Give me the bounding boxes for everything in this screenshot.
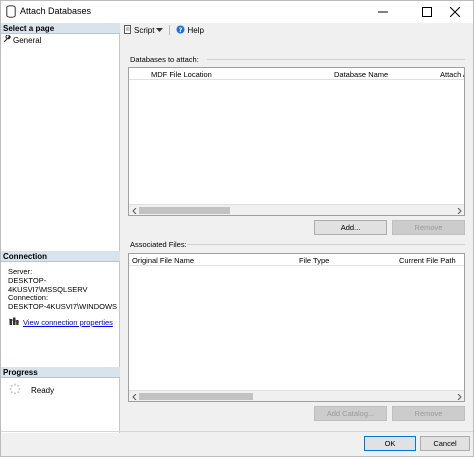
ok-button[interactable]: OK: [364, 436, 416, 451]
title-bar: Attach Databases: [1, 1, 473, 23]
connection-header: Connection: [1, 251, 120, 262]
scroll-right-icon[interactable]: [455, 393, 463, 400]
column-file-type[interactable]: File Type: [299, 256, 329, 265]
files-horizontal-scrollbar[interactable]: [129, 390, 464, 401]
add-catalog-button[interactable]: Add Catalog...: [314, 406, 387, 421]
toolbar: Script ? Help: [122, 23, 473, 37]
add-database-button[interactable]: Add...: [314, 220, 387, 235]
toolbar-separator: [169, 25, 171, 35]
database-icon: [6, 5, 16, 18]
close-button[interactable]: [433, 1, 474, 23]
databases-grid[interactable]: MDF File Location Database Name Attach A: [128, 67, 465, 216]
remove-database-button[interactable]: Remove: [392, 220, 465, 235]
server-label: Server:: [8, 267, 33, 276]
footer-separator: [1, 431, 473, 432]
view-connection-properties-link[interactable]: View connection properties: [8, 317, 113, 328]
column-mdf-file-location[interactable]: MDF File Location: [151, 70, 212, 79]
files-scroll-thumb[interactable]: [139, 393, 253, 400]
svg-text:?: ?: [179, 26, 183, 34]
column-database-name[interactable]: Database Name: [334, 70, 388, 79]
progress-header: Progress: [1, 367, 120, 378]
connection-value: DESKTOP-4KUSVI7\WINDOWS: [8, 302, 118, 311]
databases-grid-header: MDF File Location Database Name Attach A: [129, 68, 464, 80]
attach-databases-window: Attach Databases Select a page General C…: [0, 0, 474, 457]
associated-files-label: Associated Files:: [130, 240, 187, 249]
associated-files-grid[interactable]: Original File Name File Type Current Fil…: [128, 253, 465, 402]
scroll-left-icon[interactable]: [130, 207, 138, 214]
databases-to-attach-label: Databases to attach:: [130, 55, 199, 64]
server-value: DESKTOP-4KUSVI7\MSSQLSERV: [8, 276, 88, 294]
progress-spinner-icon: [9, 383, 21, 397]
column-attach-as[interactable]: Attach A: [440, 70, 464, 79]
progress-status-text: Ready: [31, 385, 55, 395]
files-grid-header: Original File Name File Type Current Fil…: [129, 254, 464, 266]
help-icon: ?: [176, 25, 185, 36]
cancel-button[interactable]: Cancel: [420, 436, 470, 451]
databases-group-line: [207, 59, 465, 60]
column-current-file-path[interactable]: Current File Path: [399, 256, 456, 265]
help-label: Help: [187, 25, 204, 35]
left-pane: Select a page General Connection Server:…: [1, 23, 120, 433]
minimize-button[interactable]: [361, 1, 405, 23]
wrench-icon: [3, 34, 11, 45]
script-icon: [124, 24, 132, 36]
files-group-line: [187, 244, 465, 245]
scroll-right-icon[interactable]: [455, 207, 463, 214]
scroll-left-icon[interactable]: [130, 393, 138, 400]
connection-properties-icon: [8, 317, 20, 328]
sidebar-item-general[interactable]: General: [3, 34, 103, 45]
databases-scroll-thumb[interactable]: [139, 207, 230, 214]
column-original-file-name[interactable]: Original File Name: [132, 256, 194, 265]
script-button[interactable]: Script: [124, 24, 164, 36]
remove-file-button[interactable]: Remove: [392, 406, 465, 421]
chevron-down-icon[interactable]: [156, 26, 164, 35]
select-page-header: Select a page: [1, 23, 120, 34]
progress-status: Ready: [9, 383, 54, 397]
sidebar-item-label: General: [13, 35, 42, 45]
view-connection-properties-label: View connection properties: [23, 318, 113, 327]
script-label: Script: [134, 25, 155, 35]
window-title: Attach Databases: [20, 6, 92, 16]
connection-label: Connection:: [8, 293, 49, 302]
help-button[interactable]: ? Help: [176, 25, 204, 36]
databases-horizontal-scrollbar[interactable]: [129, 204, 464, 215]
